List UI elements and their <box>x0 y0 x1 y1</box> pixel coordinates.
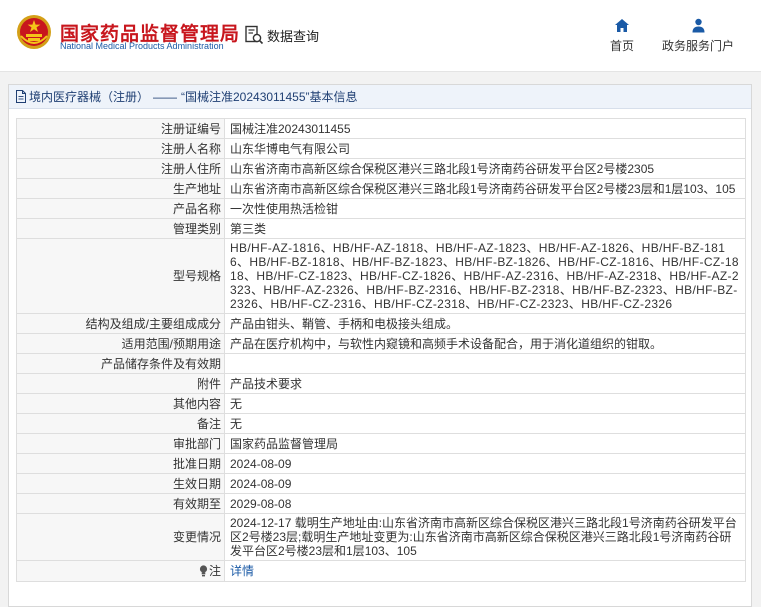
data-query-link[interactable]: 数据查询 <box>244 24 319 46</box>
lightbulb-icon <box>199 565 208 577</box>
field-value: 无 <box>224 393 746 414</box>
table-row: 注 详情 <box>16 560 746 582</box>
table-row: 其他内容 无 <box>16 393 746 414</box>
field-label: 结构及组成/主要组成成分 <box>16 313 225 334</box>
table-row: 适用范围/预期用途 产品在医疗机构中，与软性内窥镜和高频手术设备配合，用于消化道… <box>16 333 746 354</box>
breadcrumb-record-title: “国械注准20243011455”基本信息 <box>181 90 358 104</box>
table-row: 变更情况 2024-12-17 载明生产地址由:山东省济南市高新区综合保税区港兴… <box>16 513 746 561</box>
org-name-en: National Medical Products Administration <box>60 41 224 51</box>
field-label: 有效期至 <box>16 493 225 514</box>
nav-home-label: 首页 <box>609 39 634 53</box>
site-header: 国家药品监督管理局 National Medical Products Admi… <box>0 0 761 72</box>
field-label: 产品储存条件及有效期 <box>16 353 225 374</box>
table-row: 注册人名称 山东华博电气有限公司 <box>16 138 746 159</box>
field-label: 备注 <box>16 413 225 434</box>
nav-gov-portal[interactable]: 政务服务门户 <box>656 18 740 54</box>
field-value: 国家药品监督管理局 <box>224 433 746 454</box>
field-label: 型号规格 <box>16 238 225 314</box>
field-label: 注 <box>208 564 221 578</box>
breadcrumb: 境内医疗器械（注册） —— “国械注准20243011455”基本信息 <box>9 85 751 109</box>
table-row: 结构及组成/主要组成成分 产品由钳头、鞘管、手柄和电极接头组成。 <box>16 313 746 334</box>
table-row: 注册人住所 山东省济南市高新区综合保税区港兴三路北段1号济南药谷研发平台区2号楼… <box>16 158 746 179</box>
field-value: 一次性使用热活检钳 <box>224 198 746 219</box>
note-value-cell: 详情 <box>224 560 746 582</box>
search-doc-icon <box>245 25 264 45</box>
field-value: 产品由钳头、鞘管、手柄和电极接头组成。 <box>224 313 746 334</box>
field-label: 管理类别 <box>16 218 225 239</box>
field-label: 生效日期 <box>16 473 225 494</box>
breadcrumb-separator: —— <box>153 89 178 104</box>
field-value: 国械注准20243011455 <box>224 118 746 139</box>
field-label: 附件 <box>16 373 225 394</box>
field-label: 生产地址 <box>16 178 225 199</box>
document-icon <box>16 90 26 103</box>
home-icon <box>615 19 629 32</box>
national-emblem-icon <box>17 15 51 49</box>
record-info-table: 注册证编号 国械注准20243011455 注册人名称 山东华博电气有限公司 注… <box>16 118 746 582</box>
note-label-cell: 注 <box>16 560 225 582</box>
user-icon <box>692 18 704 33</box>
table-row: 注册证编号 国械注准20243011455 <box>16 118 746 139</box>
field-value: 产品技术要求 <box>224 373 746 394</box>
table-row: 产品名称 一次性使用热活检钳 <box>16 198 746 219</box>
table-row: 审批部门 国家药品监督管理局 <box>16 433 746 454</box>
field-value: 山东省济南市高新区综合保税区港兴三路北段1号济南药谷研发平台区2号楼23层和1层… <box>224 178 746 199</box>
field-label: 注册证编号 <box>16 118 225 139</box>
field-value: 山东华博电气有限公司 <box>224 138 746 159</box>
field-label: 批准日期 <box>16 453 225 474</box>
field-value: 无 <box>224 413 746 434</box>
field-label: 适用范围/预期用途 <box>16 333 225 354</box>
data-query-label: 数据查询 <box>267 28 320 44</box>
field-label: 注册人住所 <box>16 158 225 179</box>
table-row: 备注 无 <box>16 413 746 434</box>
field-label: 注册人名称 <box>16 138 225 159</box>
table-row: 生产地址 山东省济南市高新区综合保税区港兴三路北段1号济南药谷研发平台区2号楼2… <box>16 178 746 199</box>
field-value <box>224 353 746 374</box>
table-row: 产品储存条件及有效期 <box>16 353 746 374</box>
table-row: 型号规格 HB/HF-AZ-1816、HB/HF-AZ-1818、HB/HF-A… <box>16 238 746 314</box>
field-value: 2024-08-09 <box>224 453 746 474</box>
detail-panel: 境内医疗器械（注册） —— “国械注准20243011455”基本信息 注册证编… <box>8 84 752 607</box>
nav-gov-portal-label: 政务服务门户 <box>661 39 734 53</box>
field-value: 2029-08-08 <box>224 493 746 514</box>
table-row: 批准日期 2024-08-09 <box>16 453 746 474</box>
breadcrumb-category[interactable]: 境内医疗器械（注册） <box>29 88 149 105</box>
field-value: 2024-08-09 <box>224 473 746 494</box>
field-label: 产品名称 <box>16 198 225 219</box>
field-label: 其他内容 <box>16 393 225 414</box>
nav-home[interactable]: 首页 <box>604 18 640 54</box>
table-row: 生效日期 2024-08-09 <box>16 473 746 494</box>
field-label: 审批部门 <box>16 433 225 454</box>
field-label: 变更情况 <box>16 513 225 561</box>
table-row: 附件 产品技术要求 <box>16 373 746 394</box>
table-row: 有效期至 2029-08-08 <box>16 493 746 514</box>
field-value: 第三类 <box>224 218 746 239</box>
field-value: 2024-12-17 载明生产地址由:山东省济南市高新区综合保税区港兴三路北段1… <box>224 513 746 561</box>
field-value: 产品在医疗机构中，与软性内窥镜和高频手术设备配合，用于消化道组织的钳取。 <box>224 333 746 354</box>
field-value: HB/HF-AZ-1816、HB/HF-AZ-1818、HB/HF-AZ-182… <box>224 238 746 314</box>
table-row: 管理类别 第三类 <box>16 218 746 239</box>
detail-link[interactable]: 详情 <box>230 564 254 578</box>
field-value: 山东省济南市高新区综合保税区港兴三路北段1号济南药谷研发平台区2号楼2305 <box>224 158 746 179</box>
